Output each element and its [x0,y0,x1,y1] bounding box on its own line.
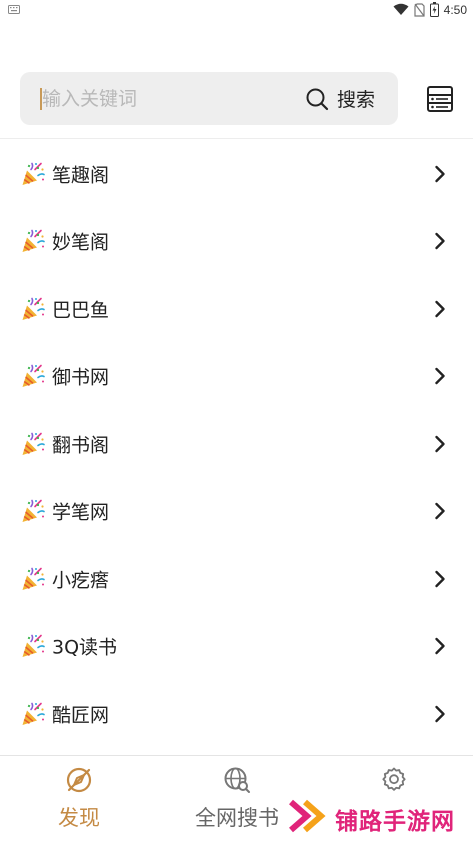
search-input[interactable] [42,72,292,125]
search-icon [306,88,329,110]
tab-label: 发现 [58,806,100,830]
chevron-right-icon [435,570,445,587]
battery-icon [429,2,439,17]
list-item[interactable]: 御书网 [0,343,473,411]
compass-icon [66,767,92,793]
globe-search-icon [224,767,250,793]
no-sim-icon [414,2,425,17]
tab-discover[interactable]: 发现 [0,756,158,842]
search-box[interactable]: 搜索 [20,72,398,125]
list-item-label: 小疙瘩 [52,569,110,592]
party-popper-icon [22,567,45,590]
list-item[interactable]: 翻书阁 [0,410,473,478]
list-item[interactable]: 巴巴鱼 [0,275,473,343]
chevron-right-icon [435,300,445,317]
list-item-label: 御书网 [52,366,110,389]
list-item-label: 学笔网 [52,501,110,524]
list-item[interactable]: 酷匠网 [0,680,473,748]
chevron-right-icon [435,503,445,520]
chevron-right-icon [435,705,445,722]
party-popper-icon [22,432,45,455]
keyboard-icon [8,5,20,14]
watermark-logo-icon [289,799,326,833]
list-item[interactable]: 学笔网 [0,478,473,546]
search-row: 搜索 [0,72,473,126]
list-item-label: 酷匠网 [52,704,110,727]
status-time: 4:50 [443,2,467,17]
party-popper-icon [22,634,45,658]
watermark-text: 铺路手游网 [335,809,455,835]
source-list: 笔趣阁 妙笔阁 巴巴鱼 御书网 翻书阁 学笔网 小疙瘩 3Q读书 酷匠网 [0,140,473,748]
wifi-icon [393,3,409,15]
list-item[interactable]: 笔趣阁 [0,140,473,208]
party-popper-icon [22,499,45,523]
list-item-label: 巴巴鱼 [52,299,110,322]
search-button[interactable]: 搜索 [305,72,375,125]
party-popper-icon [22,297,45,320]
list-item-label: 翻书阁 [52,434,110,457]
party-popper-icon [22,364,45,388]
chevron-right-icon [435,638,445,655]
list-item[interactable]: 妙笔阁 [0,208,473,276]
list-item-label: 3Q读书 [52,636,118,659]
status-bar: 4:50 [0,0,473,22]
party-popper-icon [22,702,45,725]
party-popper-icon [22,162,45,185]
list-item-label: 笔趣阁 [52,164,110,187]
chevron-right-icon [435,368,445,385]
chevron-right-icon [435,435,445,452]
list-item-label: 妙笔阁 [52,231,110,254]
gear-icon [382,767,406,791]
chevron-right-icon [435,165,445,182]
list-view-icon[interactable] [424,83,456,115]
list-item[interactable]: 3Q读书 [0,613,473,681]
chevron-right-icon [435,233,445,250]
party-popper-icon [22,229,45,253]
watermark: 铺路手游网 [285,792,473,842]
divider [0,138,473,139]
search-button-label: 搜索 [337,89,376,111]
list-item[interactable]: 小疙瘩 [0,545,473,613]
